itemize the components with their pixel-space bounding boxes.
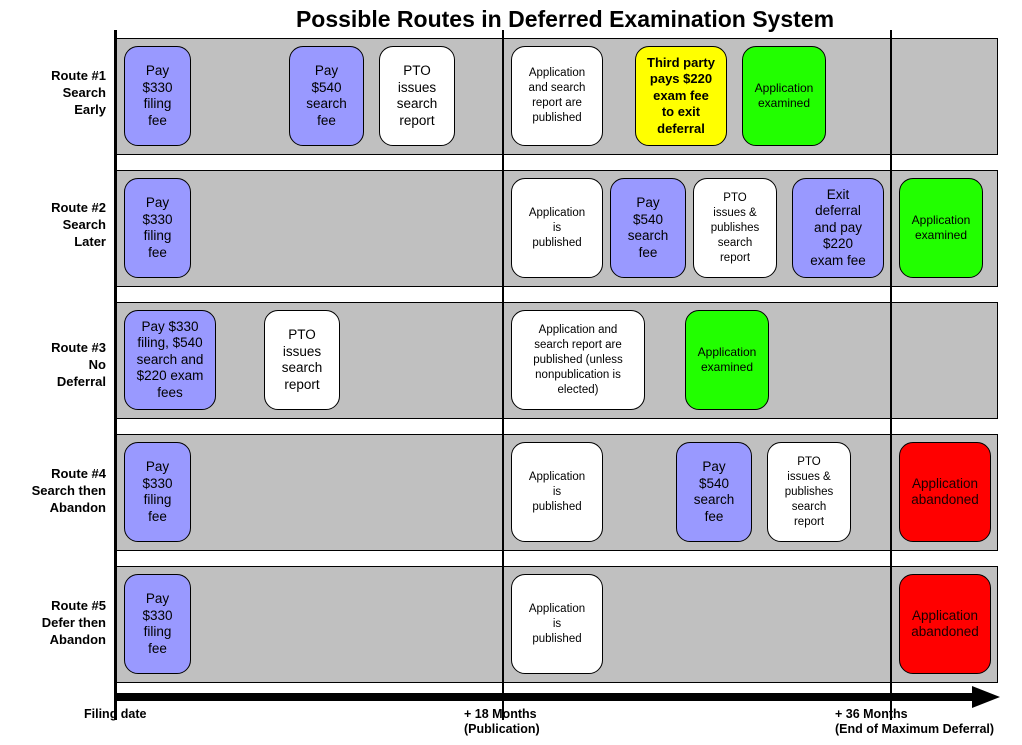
- route-2-label: Route #2 Search Later: [51, 200, 106, 249]
- route-4-step-pay-search-fee: Pay $540 search fee: [676, 442, 752, 542]
- timeline-arrow-head-icon: [972, 686, 1000, 708]
- route-4-step-pto-publishes-search-report: PTO issues & publishes search report: [767, 442, 851, 542]
- route-5-step-pay-filing-fee: Pay $330 filing fee: [124, 574, 191, 674]
- route-4-label: Route #4 Search then Abandon: [31, 466, 106, 515]
- route-1-label: Route #1 Search Early: [51, 68, 106, 117]
- route-1-step-pto-issues-search-report: PTO issues search report: [379, 46, 455, 146]
- route-3-step-application-published: Application and search report are publis…: [511, 310, 645, 410]
- route-4-step-application-published: Application is published: [511, 442, 603, 542]
- route-5-step-application-published: Application is published: [511, 574, 603, 674]
- route-2-step-pay-filing-fee: Pay $330 filing fee: [124, 178, 191, 278]
- route-5-step-application-abandoned: Application abandoned: [899, 574, 991, 674]
- diagram-title: Possible Routes in Deferred Examination …: [295, 6, 835, 32]
- timeline-label-36-months: + 36 Months (End of Maximum Deferral): [835, 707, 995, 736]
- route-5-label: Route #5 Defer then Abandon: [41, 598, 106, 647]
- route-3-step-pto-issues-search-report: PTO issues search report: [264, 310, 340, 410]
- timeline-label-filing-date: Filing date: [84, 707, 147, 721]
- filing-date-marker: [114, 30, 117, 720]
- route-3-step-pay-all-fees: Pay $330 filing, $540 search and $220 ex…: [124, 310, 216, 410]
- route-2-step-pto-publishes-search-report: PTO issues & publishes search report: [693, 178, 777, 278]
- route-2-step-application-examined: Application examined: [899, 178, 983, 278]
- route-1-step-third-party-pays: Third party pays $220 exam fee to exit d…: [635, 46, 727, 146]
- route-1-step-pay-search-fee: Pay $540 search fee: [289, 46, 364, 146]
- 36-month-marker: [890, 30, 892, 720]
- route-1-step-application-published: Application and search report are publis…: [511, 46, 603, 146]
- route-3-step-application-examined: Application examined: [685, 310, 769, 410]
- 18-month-marker: [502, 30, 504, 720]
- route-2-step-application-published: Application is published: [511, 178, 603, 278]
- route-3-label: Route #3 No Deferral: [51, 340, 106, 389]
- route-1-step-pay-filing-fee: Pay $330 filing fee: [124, 46, 191, 146]
- route-4-step-application-abandoned: Application abandoned: [899, 442, 991, 542]
- route-4-step-pay-filing-fee: Pay $330 filing fee: [124, 442, 191, 542]
- route-2-step-pay-search-fee: Pay $540 search fee: [610, 178, 686, 278]
- route-2-step-exit-deferral-pay-exam-fee: Exit deferral and pay $220 exam fee: [792, 178, 884, 278]
- timeline-label-18-months: + 18 Months (Publication): [464, 707, 540, 736]
- timeline-arrow-shaft: [116, 693, 976, 701]
- route-1-step-application-examined: Application examined: [742, 46, 826, 146]
